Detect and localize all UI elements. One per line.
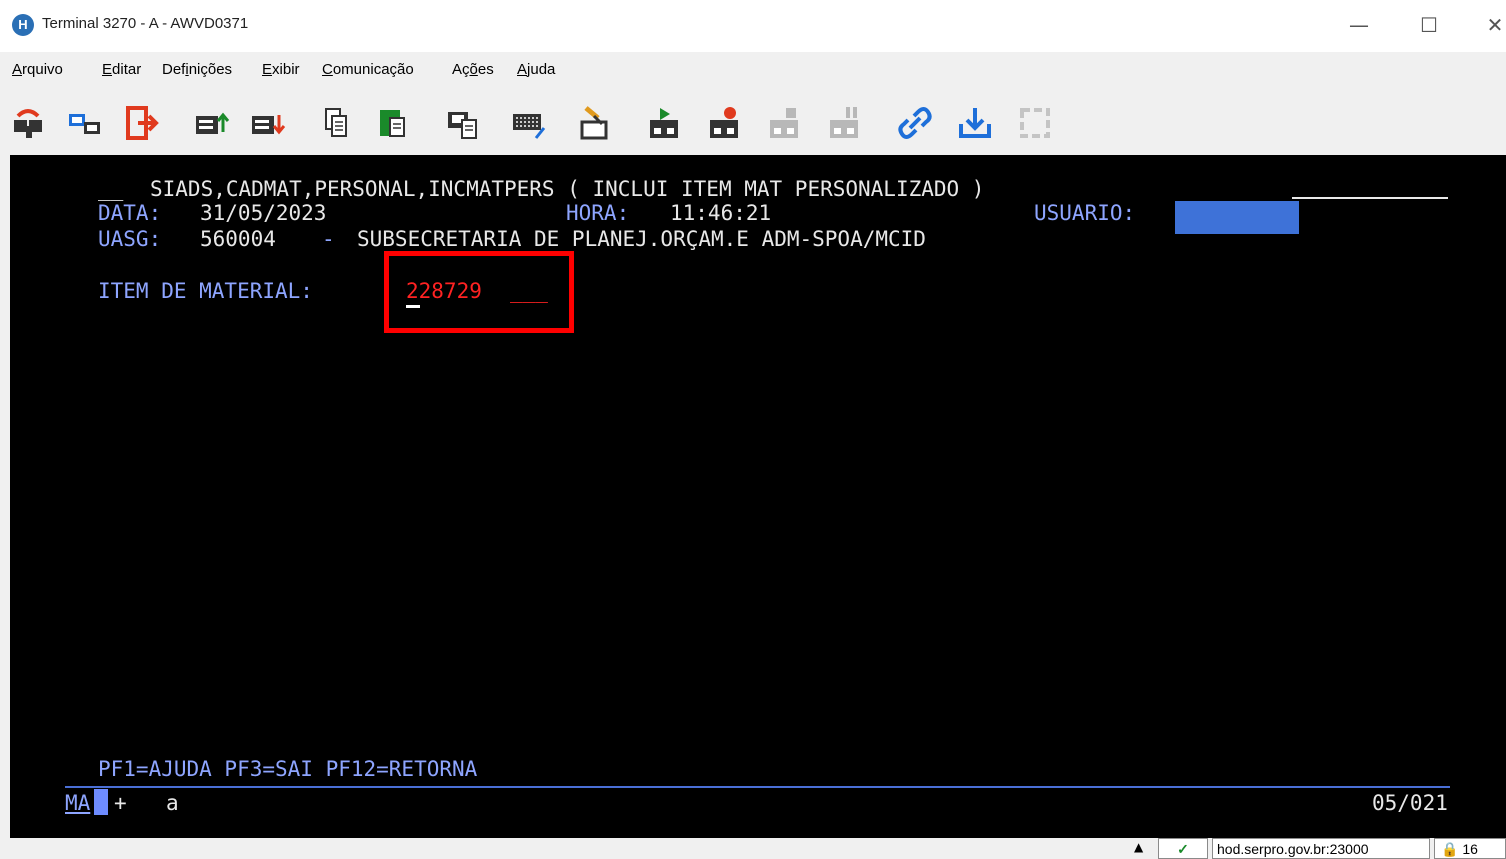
oia-divider xyxy=(65,786,1450,788)
uasg-label: UASG: xyxy=(98,227,162,251)
lock-icon: 🔒 xyxy=(1441,841,1459,857)
connected-check-icon: ✓ xyxy=(1158,838,1208,859)
oia-a: a xyxy=(166,791,179,815)
pf-keys-line: PF1=AJUDA PF3=SAI PF12=RETORNA xyxy=(98,757,478,781)
screen-header: SIADS,CADMAT,PERSONAL,INCMATPERS ( INCLU… xyxy=(150,177,985,201)
record-macro-icon[interactable] xyxy=(706,104,744,142)
maximize-button[interactable]: ☐ xyxy=(1412,10,1446,40)
link-icon[interactable] xyxy=(896,104,934,142)
print-screen-icon[interactable] xyxy=(444,104,482,142)
uasg-name: SUBSECRETARIA DE PLANEJ.ORÇAM.E ADM-SPOA… xyxy=(357,227,926,251)
date-label: DATA: xyxy=(98,201,162,225)
oia-mode: MA xyxy=(65,791,91,815)
refresh-icon[interactable] xyxy=(1016,104,1054,142)
send-file-icon[interactable] xyxy=(192,104,230,142)
stop-macro-icon[interactable] xyxy=(766,104,804,142)
menu-editar[interactable]: Editar xyxy=(102,61,141,78)
menu-arquivo[interactable]: Arquivo xyxy=(12,61,63,78)
clear-icon[interactable] xyxy=(576,104,614,142)
title-bar: H Terminal 3270 - A - AWVD0371 — ☐ ✕ xyxy=(0,0,1506,52)
menu-exibir[interactable]: Exibir xyxy=(262,61,300,78)
user-label: USUARIO: xyxy=(1034,201,1136,225)
exit-icon[interactable] xyxy=(122,104,160,142)
date-value: 31/05/2023 xyxy=(200,201,327,225)
disconnect-icon[interactable] xyxy=(10,104,48,142)
item-material-label: ITEM DE MATERIAL: xyxy=(98,279,313,303)
toolbar xyxy=(0,90,1506,152)
header-prefix: __ xyxy=(98,177,124,201)
terminal-screen[interactable]: __ SIADS,CADMAT,PERSONAL,INCMATPERS ( IN… xyxy=(10,155,1506,838)
header-underline xyxy=(1292,197,1448,199)
menu-acoes[interactable]: Ações xyxy=(452,61,494,78)
time-label: HORA: xyxy=(566,201,630,225)
download-icon[interactable] xyxy=(956,104,994,142)
uasg-separator: - xyxy=(322,227,335,251)
record-macro-play-icon[interactable] xyxy=(646,104,684,142)
window-title: Terminal 3270 - A - AWVD0371 xyxy=(42,15,249,32)
security-lock: 🔒 16 xyxy=(1434,838,1506,859)
minimize-button[interactable]: — xyxy=(1342,10,1376,40)
oia-cursor-block xyxy=(94,789,108,815)
arrow-up-icon: ▲ xyxy=(1134,840,1144,854)
close-button[interactable]: ✕ xyxy=(1478,10,1506,40)
app-logo-icon: H xyxy=(12,14,34,36)
menu-bar: Arquivo Editar Definições Exibir Comunic… xyxy=(0,52,1506,90)
keyboard-icon[interactable] xyxy=(510,104,548,142)
host-address: hod.serpro.gov.br:23000 xyxy=(1212,838,1430,859)
copy-icon[interactable] xyxy=(318,104,356,142)
menu-comunicacao[interactable]: Comunicação xyxy=(322,61,414,78)
connect-icon[interactable] xyxy=(66,104,104,142)
user-redacted-box xyxy=(1175,201,1299,234)
uasg-code: 560004 xyxy=(200,227,276,251)
menu-definicoes[interactable]: Definições xyxy=(162,61,232,78)
paste-icon[interactable] xyxy=(374,104,412,142)
menu-ajuda[interactable]: Ajuda xyxy=(517,61,555,78)
highlight-box xyxy=(384,251,574,333)
pause-macro-icon[interactable] xyxy=(826,104,864,142)
status-bar: ▲ ✓ hod.serpro.gov.br:23000 🔒 16 xyxy=(0,838,1506,859)
time-value: 11:46:21 xyxy=(670,201,772,225)
cursor-position: 05/021 xyxy=(1372,791,1448,815)
receive-file-icon[interactable] xyxy=(248,104,286,142)
oia-plus: + xyxy=(114,791,127,815)
